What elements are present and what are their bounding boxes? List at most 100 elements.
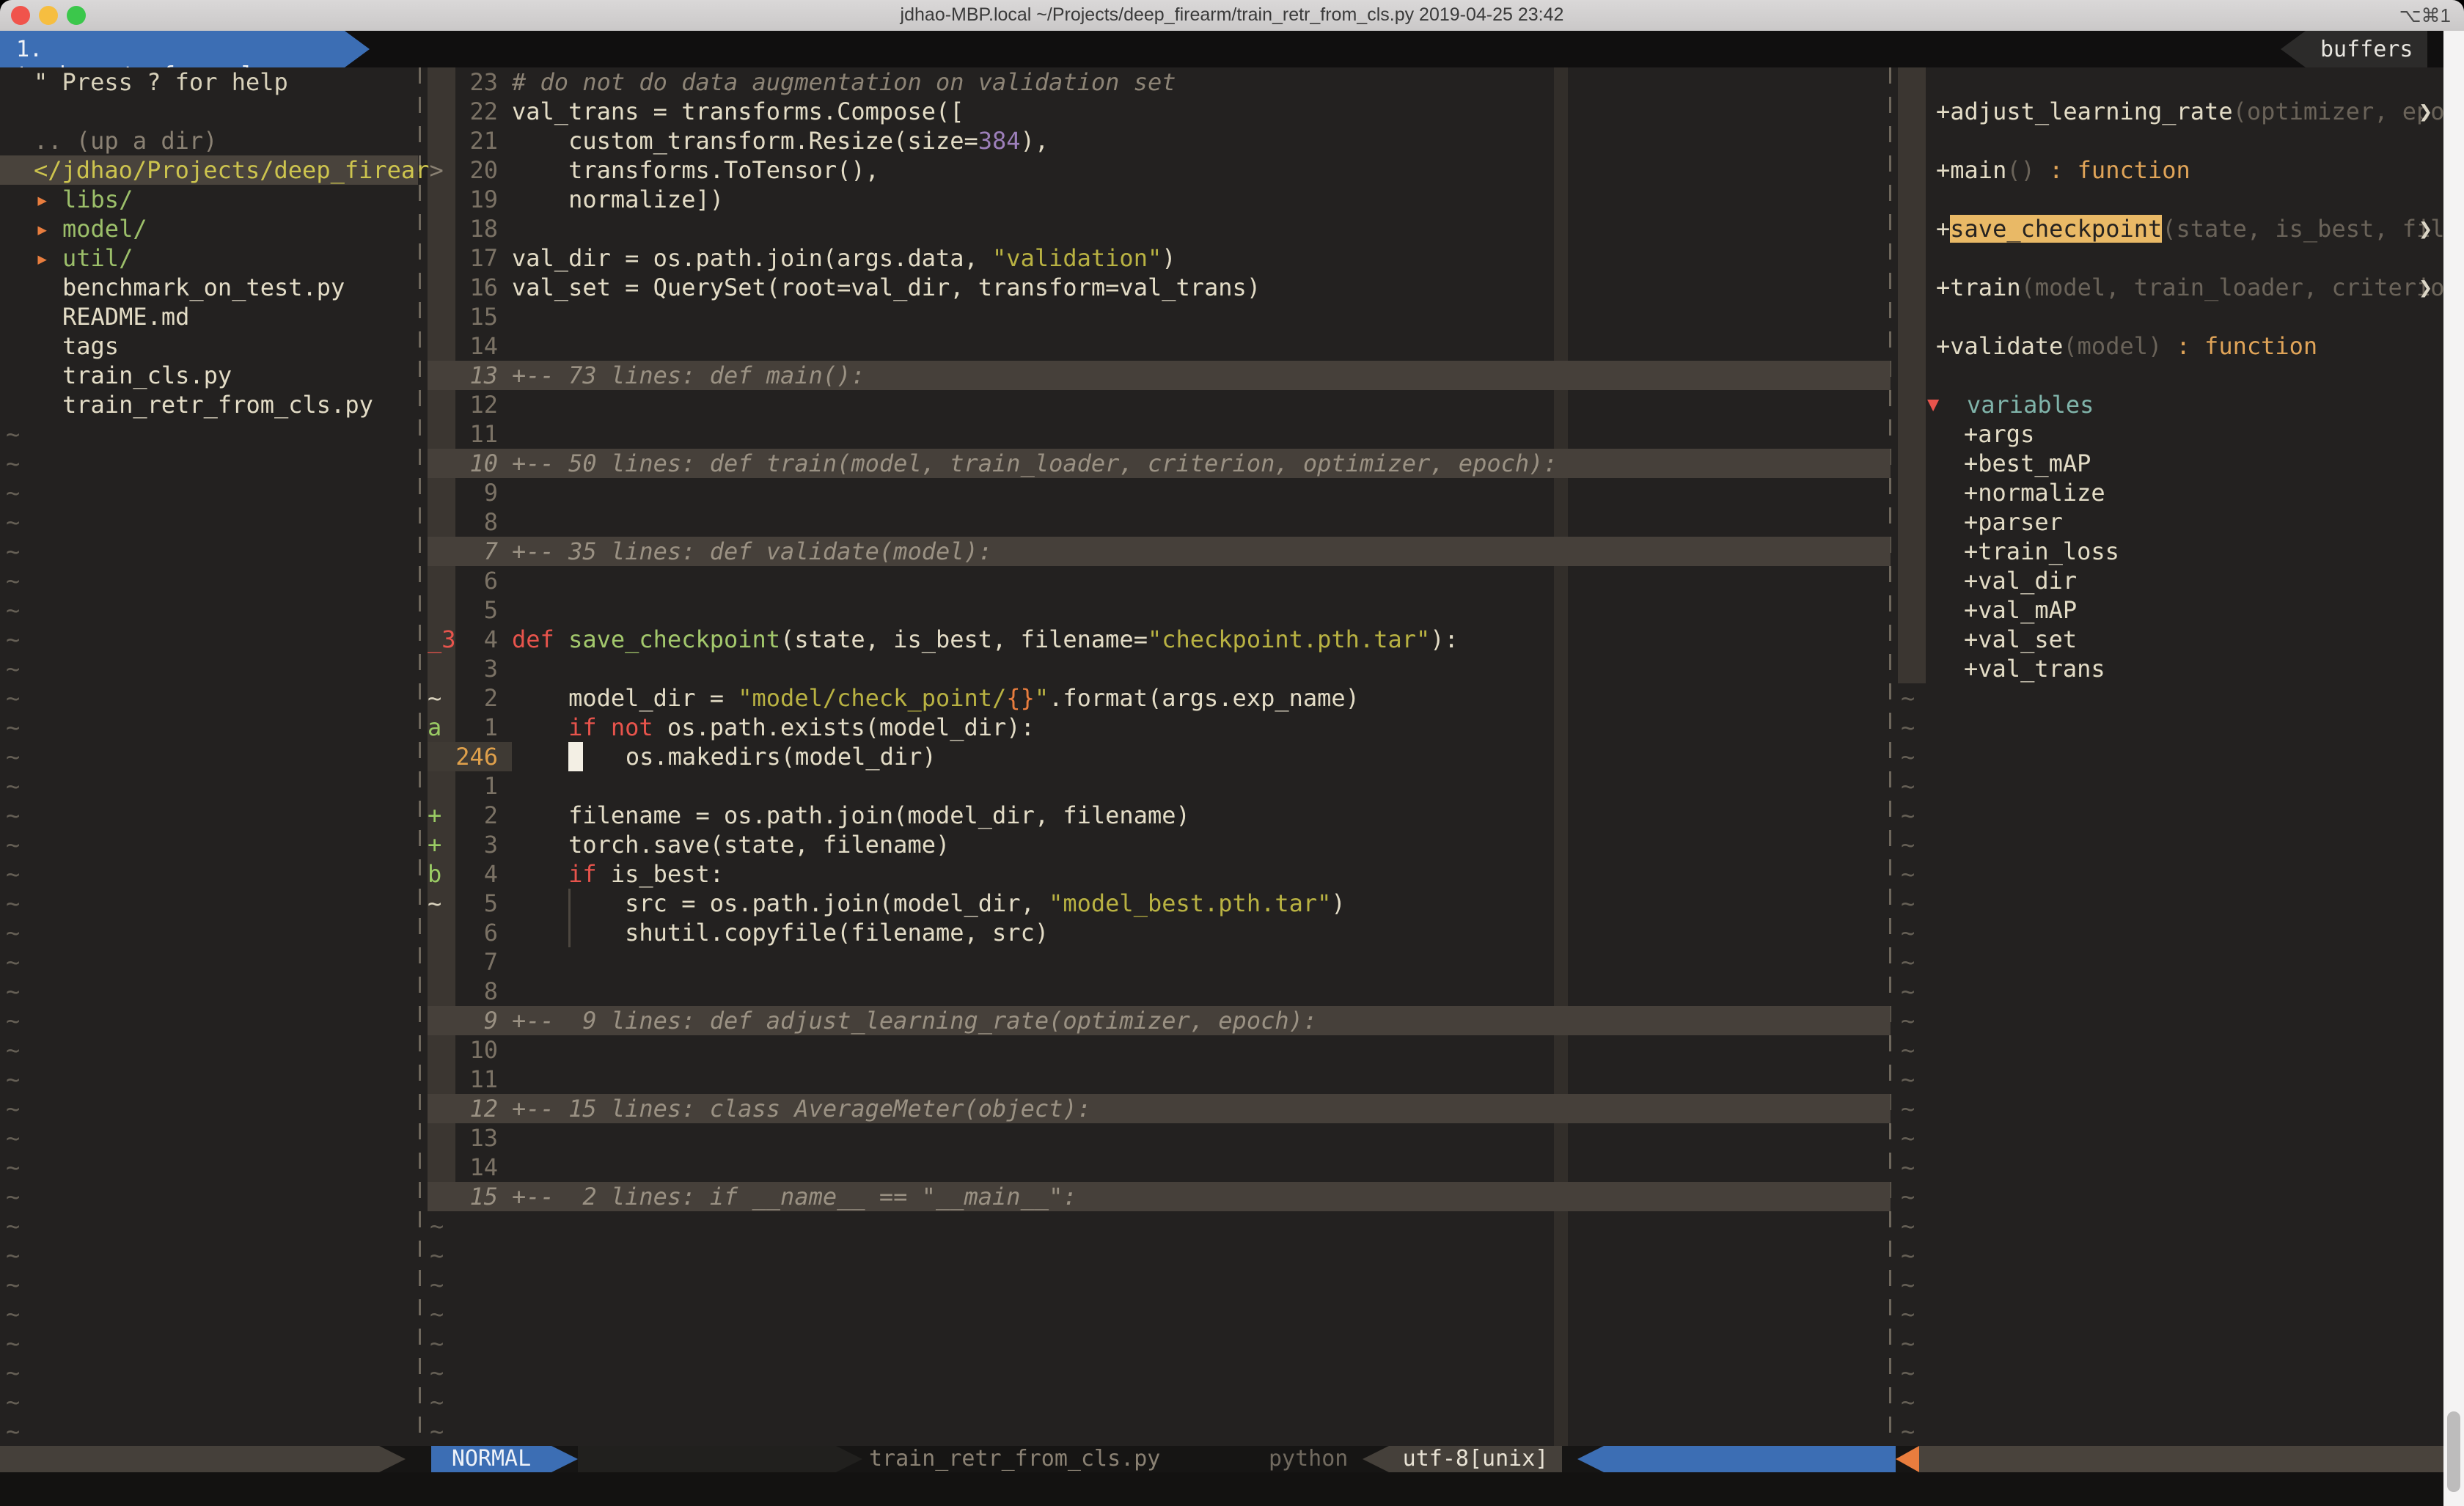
- tagbar-variable-item[interactable]: +val_mAP: [1964, 595, 2077, 625]
- tagbar-empty-line: ~: [1901, 1299, 1915, 1329]
- tree-item-file[interactable]: tags: [62, 331, 119, 361]
- tagbar-variable-item[interactable]: +args: [1964, 419, 2034, 449]
- line-number: 1: [455, 713, 498, 742]
- tree-empty-line: ~: [6, 654, 20, 683]
- tagbar-tag-item[interactable]: +train(model, train_loader, criterio: [1936, 273, 2445, 302]
- tagbar-variable-item[interactable]: +val_dir: [1964, 566, 2077, 595]
- tagbar-empty-line: ~: [1901, 1211, 1915, 1241]
- tagbar-empty-line: ~: [1901, 1241, 1915, 1270]
- powerline-arrow-icon: [1577, 1446, 1604, 1472]
- tree-empty-line: ~: [6, 918, 20, 947]
- line-number: 8: [455, 977, 498, 1006]
- code-line[interactable]: val_set = QuerySet(root=val_dir, transfo…: [512, 273, 1261, 302]
- tree-root-path[interactable]: </jdhao/Projects/deep_firear>: [34, 155, 444, 185]
- tab-active[interactable]: 1. train_retr_from_cls.py: [0, 31, 345, 67]
- fold-summary[interactable]: +-- 9 lines: def adjust_learning_rate(op…: [512, 1006, 1317, 1035]
- code-line[interactable]: normalize]): [512, 185, 724, 214]
- tree-item-file[interactable]: README.md: [62, 302, 189, 331]
- tagbar-variable-item[interactable]: +train_loss: [1964, 537, 2119, 566]
- line-number: 10: [455, 449, 498, 478]
- line-number: 1: [455, 771, 498, 801]
- fold-open-triangle-icon[interactable]: ▼: [1927, 390, 1939, 419]
- editor-empty-line: ~: [430, 1329, 444, 1358]
- tree-item-file[interactable]: train_retr_from_cls.py: [62, 390, 373, 419]
- powerline-arrow-icon: [836, 1446, 862, 1472]
- tagbar-statusline-segment: [Name] train_retr_from_cls.py: [1919, 1446, 2443, 1472]
- code-line[interactable]: filename = os.path.join(model_dir, filen…: [512, 801, 1190, 830]
- gutter-sign: a: [428, 713, 457, 742]
- code-line[interactable]: torch.save(state, filename): [512, 830, 950, 859]
- tree-empty-line: ~: [6, 977, 20, 1006]
- powerline-arrow-icon: [1896, 1446, 1919, 1472]
- tree-empty-line: ~: [6, 859, 20, 889]
- chevron-right-icon[interactable]: ▸: [35, 243, 49, 273]
- tree-item-dir[interactable]: libs/: [62, 185, 133, 214]
- tree-empty-line: ~: [6, 1211, 20, 1241]
- tagbar-tag-item[interactable]: +adjust_learning_rate(optimizer, epo: [1936, 97, 2445, 126]
- tree-empty-line: ~: [6, 625, 20, 654]
- line-number: 19: [455, 185, 498, 214]
- code-line[interactable]: shutil.copyfile(filename, src): [512, 918, 1049, 947]
- tagbar-tag-item[interactable]: +save_checkpoint(state, is_best, fil: [1936, 214, 2445, 243]
- tagbar-variable-item[interactable]: +best_mAP: [1964, 449, 2091, 478]
- code-line[interactable]: model_dir = "model/check_point/{}".forma…: [512, 683, 1360, 713]
- line-number: 6: [455, 918, 498, 947]
- buffers-label-segment[interactable]: buffers: [2306, 31, 2427, 67]
- line-number: 16: [455, 273, 498, 302]
- tagbar-kind-header[interactable]: variables: [1967, 390, 2094, 419]
- tagbar-variable-item[interactable]: +val_set: [1964, 625, 2077, 654]
- code-line[interactable]: val_trans = transforms.Compose([: [512, 97, 964, 126]
- tree-empty-line: ~: [6, 1065, 20, 1094]
- tree-empty-line: ~: [6, 507, 20, 537]
- nerdtree-split-separator[interactable]: [419, 67, 421, 1446]
- tree-item-file[interactable]: benchmark_on_test.py: [62, 273, 345, 302]
- statusline-filetype: python: [1269, 1446, 1348, 1472]
- truncation-arrow-icon: ❯: [2419, 214, 2432, 243]
- code-line[interactable]: if not os.path.exists(model_dir):: [512, 713, 1035, 742]
- code-line[interactable]: src = os.path.join(model_dir, "model_bes…: [512, 889, 1346, 918]
- line-number: 15: [455, 1182, 498, 1211]
- titlebar[interactable]: jdhao-MBP.local ~/Projects/deep_firearm/…: [0, 0, 2464, 32]
- scrollbar-thumb[interactable]: [2447, 1411, 2460, 1492]
- tree-item-dir[interactable]: util/: [62, 243, 133, 273]
- fold-summary[interactable]: +-- 15 lines: class AverageMeter(object)…: [512, 1094, 1091, 1123]
- code-line[interactable]: # do not do data augmentation on validat…: [512, 67, 1176, 97]
- code-line[interactable]: transforms.ToTensor(),: [512, 155, 879, 185]
- command-line[interactable]: [0, 1472, 2464, 1506]
- code-line[interactable]: def save_checkpoint(state, is_best, file…: [512, 625, 1459, 654]
- tree-empty-line: ~: [6, 1182, 20, 1211]
- line-number: 12: [455, 390, 498, 419]
- tagbar-variable-item[interactable]: +val_trans: [1964, 654, 2105, 683]
- tree-empty-line: ~: [6, 1387, 20, 1417]
- tagbar-variable-item[interactable]: +parser: [1964, 507, 2063, 537]
- chevron-right-icon[interactable]: ▸: [35, 185, 49, 214]
- code-line[interactable]: os.makedirs(model_dir): [512, 742, 936, 771]
- tagbar-variable-item[interactable]: +normalize: [1964, 478, 2105, 507]
- fold-summary[interactable]: +-- 2 lines: if __name__ == "__main__":: [512, 1182, 1077, 1211]
- tagbar-tag-item[interactable]: +validate(model) : function: [1936, 331, 2317, 361]
- tagbar-empty-line: ~: [1901, 1006, 1915, 1035]
- editor-empty-line: ~: [430, 1387, 444, 1417]
- tagbar-empty-line: ~: [1901, 918, 1915, 947]
- chevron-right-icon[interactable]: ▸: [35, 214, 49, 243]
- tree-empty-line: ~: [6, 595, 20, 625]
- tagbar-empty-line: ~: [1901, 1329, 1915, 1358]
- tree-empty-line: ~: [6, 1153, 20, 1182]
- tagbar-tag-item[interactable]: +main() : function: [1936, 155, 2190, 185]
- tree-item-file[interactable]: train_cls.py: [62, 361, 232, 390]
- code-line[interactable]: if is_best:: [512, 859, 724, 889]
- code-line[interactable]: custom_transform.Resize(size=384),: [512, 126, 1049, 155]
- scrollbar-track[interactable]: [2443, 31, 2464, 1506]
- tree-item-dir[interactable]: model/: [62, 214, 147, 243]
- fold-summary[interactable]: +-- 35 lines: def validate(model):: [512, 537, 992, 566]
- tagbar-split-separator[interactable]: [1889, 67, 1891, 1446]
- tree-empty-line: ~: [6, 1299, 20, 1329]
- tagbar-empty-line: ~: [1901, 977, 1915, 1006]
- tree-text-line: .. (up a dir): [34, 126, 217, 155]
- fold-summary[interactable]: +-- 50 lines: def train(model, train_loa…: [512, 449, 1558, 478]
- tree-empty-line: ~: [6, 478, 20, 507]
- code-line[interactable]: val_dir = os.path.join(args.data, "valid…: [512, 243, 1176, 273]
- tagbar-empty-line: ~: [1901, 1065, 1915, 1094]
- fold-summary[interactable]: +-- 73 lines: def main():: [512, 361, 865, 390]
- tagbar-empty-line: ~: [1901, 713, 1915, 742]
